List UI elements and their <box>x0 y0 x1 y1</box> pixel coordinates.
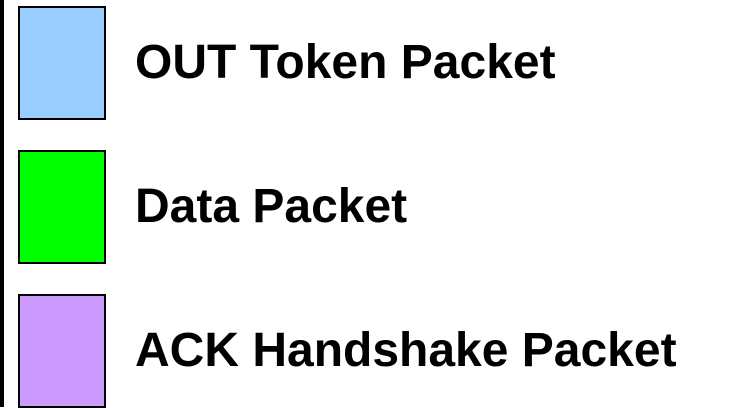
left-border-line <box>0 0 4 407</box>
data-packet-color-swatch <box>18 150 106 264</box>
out-token-label: OUT Token Packet <box>135 36 556 89</box>
ack-handshake-label: ACK Handshake Packet <box>135 324 677 377</box>
data-packet-label: Data Packet <box>135 180 408 233</box>
legend-item-out-token: OUT Token Packet <box>18 6 748 120</box>
ack-handshake-color-swatch <box>18 294 106 408</box>
legend-item-data-packet: Data Packet <box>18 150 748 264</box>
legend-item-ack-handshake: ACK Handshake Packet <box>18 294 748 408</box>
out-token-color-swatch <box>18 6 106 120</box>
